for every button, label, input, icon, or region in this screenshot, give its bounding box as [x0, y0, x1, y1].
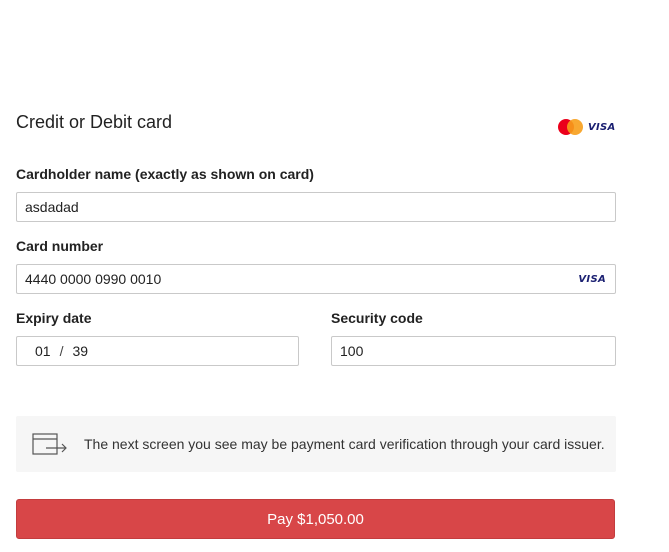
- cardholder-name-label: Cardholder name (exactly as shown on car…: [16, 166, 314, 182]
- expiry-year[interactable]: 39: [72, 343, 88, 359]
- expiry-date-field[interactable]: 01 / 39: [16, 336, 299, 366]
- mastercard-logo-icon: [558, 119, 584, 135]
- card-number-label: Card number: [16, 238, 104, 254]
- form-title: Credit or Debit card: [16, 112, 173, 132]
- security-code-label: Security code: [331, 310, 423, 326]
- card-redirect-icon: [32, 433, 67, 455]
- verification-notice: The next screen you see may be payment c…: [16, 416, 616, 472]
- security-code-input[interactable]: [332, 337, 615, 365]
- card-brand-visa-icon: VISA: [578, 274, 606, 285]
- payment-form: Credit or Debit card VISA Cardholder nam…: [0, 0, 669, 552]
- card-number-field: VISA: [16, 264, 616, 294]
- verification-notice-text: The next screen you see may be payment c…: [84, 436, 605, 452]
- cardholder-name-field: [16, 192, 616, 222]
- expiry-month[interactable]: 01: [35, 343, 51, 359]
- pay-button[interactable]: Pay $1,050.00: [16, 499, 615, 539]
- expiry-separator: /: [59, 343, 64, 359]
- cardholder-name-input[interactable]: [17, 193, 615, 221]
- expiry-date-label: Expiry date: [16, 310, 92, 326]
- visa-logo-icon: VISA: [588, 121, 616, 133]
- card-number-input[interactable]: [17, 265, 615, 293]
- accepted-card-logos: VISA: [558, 116, 616, 138]
- security-code-field: [331, 336, 616, 366]
